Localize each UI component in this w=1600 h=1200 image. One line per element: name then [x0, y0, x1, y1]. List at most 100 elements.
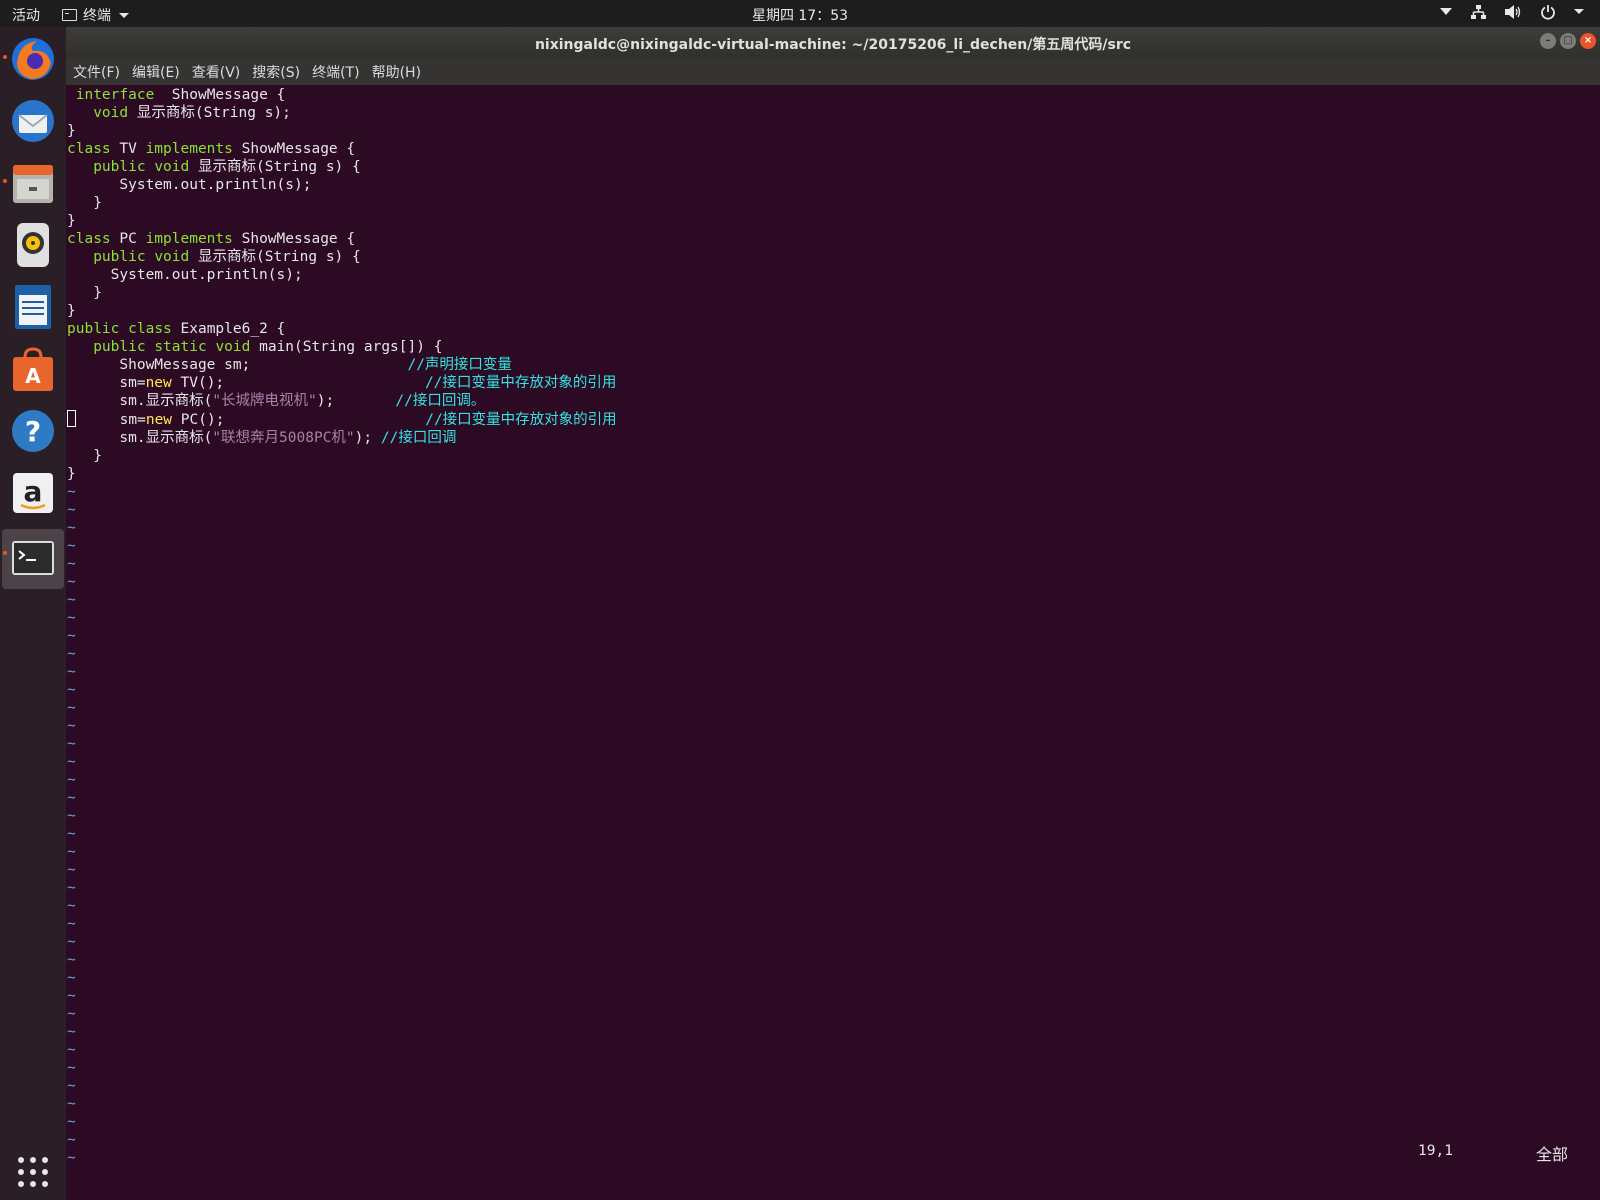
- code-text: 显示商标(String s) {: [189, 159, 361, 175]
- terminal-icon: [12, 541, 54, 575]
- code-keyword: public: [93, 249, 146, 265]
- text-cursor: [67, 410, 76, 427]
- dock-rhythmbox[interactable]: [7, 219, 59, 271]
- code-text: 显示商标(String s) {: [189, 249, 361, 265]
- code-line: sm.显示商标("联想奔月5008PC机"); //接口回调: [67, 429, 617, 447]
- code-text: main(String args[]) {: [250, 339, 443, 355]
- code-keyword: public: [93, 159, 146, 175]
- code-text: TV();: [171, 375, 425, 391]
- scroll-indicator: 全部: [1536, 1145, 1569, 1164]
- code-line: sm=new TV(); //接口变量中存放对象的引用: [67, 374, 617, 392]
- svg-text:a: a: [24, 475, 43, 508]
- power-icon[interactable]: [1540, 4, 1556, 20]
- code-text: sm=: [76, 412, 146, 428]
- code-keyword: class: [67, 231, 111, 247]
- empty-line-marker: ~: [67, 988, 76, 1004]
- network-icon[interactable]: [1470, 4, 1486, 20]
- code-text: }: [67, 213, 76, 229]
- menu-edit[interactable]: 编辑(E): [132, 62, 180, 82]
- code-text: sm=: [67, 375, 146, 391]
- code-string: "联想奔月5008PC机": [212, 430, 355, 446]
- code-text: }: [67, 303, 76, 319]
- dock-terminal[interactable]: [2, 529, 64, 589]
- code-text: );: [316, 393, 396, 409]
- dock: A ? a: [0, 27, 66, 1200]
- app-grid-icon[interactable]: [16, 1155, 50, 1189]
- code-line: interface ShowMessage {: [67, 86, 617, 104]
- empty-line-marker: ~: [67, 916, 76, 932]
- scrollbar[interactable]: [1596, 85, 1600, 1200]
- code-line: }: [67, 122, 617, 140]
- menu-bar: 文件(F) 编辑(E) 查看(V) 搜索(S) 终端(T) 帮助(H): [66, 59, 1600, 85]
- code-line: System.out.println(s);: [67, 176, 617, 194]
- terminal-area[interactable]: interface ShowMessage { void 显示商标(String…: [66, 85, 1600, 1200]
- minimize-icon[interactable]: –: [1540, 33, 1556, 49]
- firefox-icon: [12, 38, 54, 80]
- menu-help[interactable]: 帮助(H): [372, 62, 421, 82]
- code-line: }: [67, 212, 617, 230]
- code-text: }: [67, 466, 76, 482]
- empty-line-marker: ~: [67, 790, 76, 806]
- cursor-position: 19,1: [1418, 1143, 1453, 1159]
- vim-buffer[interactable]: interface ShowMessage { void 显示商标(String…: [67, 86, 617, 1167]
- empty-line-marker: ~: [67, 880, 76, 896]
- writer-icon: [15, 285, 51, 329]
- dock-software[interactable]: A: [7, 343, 59, 395]
- code-line: sm.显示商标("长城牌电视机"); //接口回调。: [67, 392, 617, 410]
- code-keyword: class: [128, 321, 172, 337]
- window-controls: – □ ×: [1540, 33, 1596, 49]
- menu-view[interactable]: 查看(V): [192, 62, 241, 82]
- dock-help[interactable]: ?: [7, 405, 59, 457]
- code-keyword: implements: [145, 141, 233, 157]
- code-comment: //接口变量中存放对象的引用: [425, 412, 617, 428]
- code-text: System.out.println(s);: [67, 267, 303, 283]
- menu-search[interactable]: 搜索(S): [252, 62, 300, 82]
- window-titlebar[interactable]: nixingaldc@nixingaldc-virtual-machine: ~…: [66, 27, 1600, 59]
- code-keyword: static: [154, 339, 207, 355]
- empty-line-marker: ~: [67, 1132, 76, 1148]
- maximize-icon[interactable]: □: [1560, 33, 1576, 49]
- system-tray[interactable]: [1440, 4, 1584, 20]
- dock-writer[interactable]: [7, 281, 59, 333]
- files-icon: [13, 165, 53, 203]
- empty-line-marker: ~: [67, 628, 76, 644]
- code-text: }: [67, 123, 76, 139]
- close-icon[interactable]: ×: [1580, 33, 1596, 49]
- code-line: }: [67, 302, 617, 320]
- code-text: }: [67, 448, 102, 464]
- volume-icon[interactable]: [1504, 4, 1522, 20]
- code-line: public static void main(String args[]) {: [67, 338, 617, 356]
- code-line: ShowMessage sm; //声明接口变量: [67, 356, 617, 374]
- empty-line-marker: ~: [67, 970, 76, 986]
- dock-amazon[interactable]: a: [7, 467, 59, 519]
- dock-firefox[interactable]: [3, 33, 59, 85]
- code-keyword: new: [145, 412, 173, 428]
- empty-line-marker: ~: [67, 646, 76, 662]
- dock-files[interactable]: [3, 157, 59, 209]
- code-line: public void 显示商标(String s) {: [67, 158, 617, 176]
- empty-line-marker: ~: [67, 718, 76, 734]
- running-indicator: [3, 551, 7, 555]
- dropdown-arrow-icon[interactable]: [1440, 8, 1452, 16]
- dock-thunderbird[interactable]: [7, 95, 59, 147]
- clock[interactable]: 星期四 17：53: [0, 5, 1600, 25]
- code-line: }: [67, 284, 617, 302]
- empty-line-marker: ~: [67, 592, 76, 608]
- code-text: ShowMessage {: [154, 87, 286, 103]
- system-menu-arrow-icon[interactable]: [1574, 8, 1584, 16]
- empty-line-marker: ~: [67, 1024, 76, 1040]
- menu-terminal[interactable]: 终端(T): [312, 62, 359, 82]
- empty-line-marker: ~: [67, 844, 76, 860]
- code-comment: //接口回调: [380, 430, 457, 446]
- code-keyword: class: [67, 141, 111, 157]
- empty-line-marker: ~: [67, 610, 76, 626]
- code-line: }: [67, 465, 617, 483]
- empty-line-marker: ~: [67, 1096, 76, 1112]
- code-text: sm.显示商标(: [67, 430, 213, 446]
- code-keyword: public: [67, 321, 120, 337]
- menu-file[interactable]: 文件(F): [73, 62, 120, 82]
